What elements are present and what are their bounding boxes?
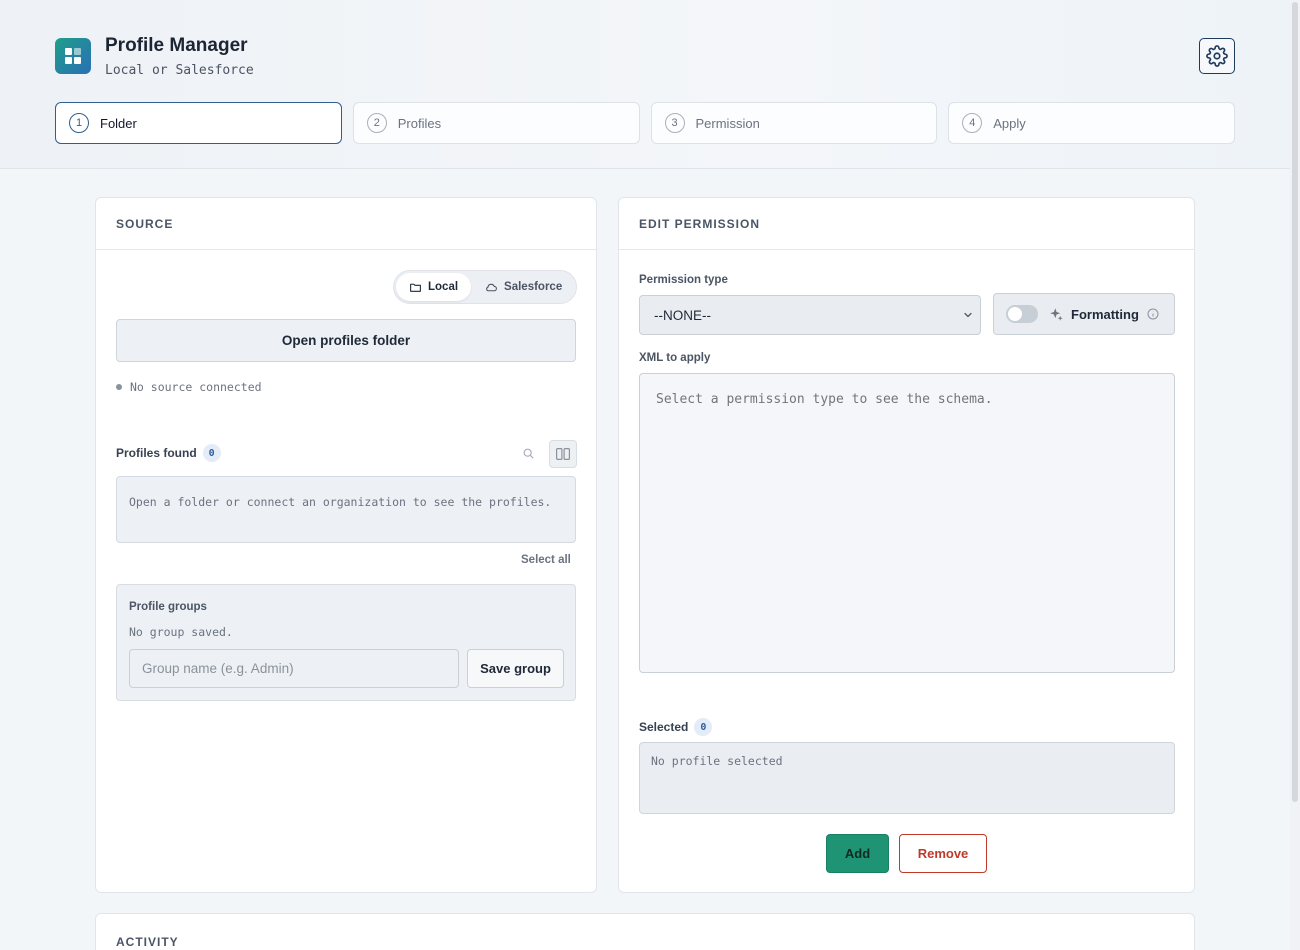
formatting-control: Formatting <box>993 293 1175 335</box>
select-all-link[interactable]: Select all <box>521 554 571 566</box>
settings-button[interactable] <box>1199 38 1235 74</box>
step-permission[interactable]: 3 Permission <box>650 102 938 144</box>
open-profiles-folder-button[interactable]: Open profiles folder <box>116 319 576 362</box>
app-title: Profile Manager <box>105 35 248 56</box>
app-subtitle: Local or Salesforce <box>105 63 254 78</box>
scrollbar-thumb[interactable] <box>1292 2 1298 802</box>
selected-count-badge: 0 <box>694 718 713 736</box>
formatting-label: Formatting <box>1071 306 1139 322</box>
step-label: Permission <box>695 115 760 131</box>
remove-button[interactable]: Remove <box>899 834 987 873</box>
profile-groups-empty: No group saved. <box>129 625 233 639</box>
toggle-local[interactable]: Local <box>396 273 472 301</box>
step-number: 2 <box>366 113 387 133</box>
add-button[interactable]: Add <box>826 834 889 873</box>
profiles-list-empty: Open a folder or connect an organization… <box>116 476 576 543</box>
columns-icon <box>556 448 570 460</box>
selected-profiles-box: No profile selected <box>639 742 1175 814</box>
cloud-icon <box>486 283 497 291</box>
source-heading: SOURCE <box>96 198 596 250</box>
xml-editor[interactable] <box>639 373 1175 673</box>
group-name-input[interactable] <box>129 649 459 688</box>
permission-type-select[interactable]: --NONE-- <box>639 295 981 335</box>
selected-header: Selected 0 <box>639 718 713 736</box>
chevron-down-icon <box>964 312 972 318</box>
profiles-found-label: Profiles found <box>116 446 197 460</box>
permission-type-label: Permission type <box>639 274 728 286</box>
step-label: Apply <box>993 115 1026 131</box>
status-dot-icon <box>116 384 122 390</box>
app-header: Profile Manager Local or Salesforce 1 Fo… <box>0 0 1290 169</box>
connection-status: No source connected <box>116 380 262 394</box>
step-profiles[interactable]: 2 Profiles <box>352 102 640 144</box>
formatting-toggle[interactable] <box>1006 305 1038 323</box>
profiles-count-badge: 0 <box>202 444 221 462</box>
toggle-local-label: Local <box>428 281 459 293</box>
source-toggle: Local Salesforce <box>393 270 577 304</box>
page-scrollbar[interactable] <box>1290 0 1300 950</box>
app-logo-icon <box>55 38 91 74</box>
activity-panel: ACTIVITY <box>95 913 1195 950</box>
edit-permission-panel: EDIT PERMISSION Permission type --NONE--… <box>618 197 1195 893</box>
info-icon[interactable] <box>1147 308 1159 320</box>
step-label: Profiles <box>397 115 442 131</box>
folder-icon <box>410 283 421 292</box>
selected-label: Selected <box>639 720 689 734</box>
toggle-salesforce-label: Salesforce <box>504 281 563 293</box>
permission-type-value: --NONE-- <box>654 307 711 323</box>
gear-icon <box>1206 45 1228 67</box>
step-apply[interactable]: 4 Apply <box>948 102 1235 144</box>
step-number: 3 <box>664 113 685 133</box>
profile-groups-title: Profile groups <box>129 601 207 613</box>
profile-groups-section: Profile groups No group saved. Save grou… <box>116 584 576 701</box>
stepper: 1 Folder 2 Profiles 3 Permission 4 Apply <box>55 102 1235 144</box>
sparkle-icon <box>1050 307 1063 321</box>
save-group-button[interactable]: Save group <box>467 649 564 688</box>
profiles-found-header: Profiles found 0 <box>116 444 221 462</box>
toggle-salesforce[interactable]: Salesforce <box>471 273 575 301</box>
step-folder[interactable]: 1 Folder <box>55 102 342 144</box>
columns-view-button[interactable] <box>549 440 577 468</box>
step-label: Folder <box>100 115 137 131</box>
step-number: 1 <box>69 113 89 133</box>
status-text: No source connected <box>130 380 262 394</box>
step-number: 4 <box>962 113 983 133</box>
activity-heading: ACTIVITY <box>116 935 179 949</box>
search-icon[interactable] <box>522 447 535 460</box>
source-panel: SOURCE Local Salesforce Open profiles fo… <box>95 197 597 893</box>
xml-label: XML to apply <box>639 352 711 364</box>
edit-permission-heading: EDIT PERMISSION <box>619 198 1194 250</box>
